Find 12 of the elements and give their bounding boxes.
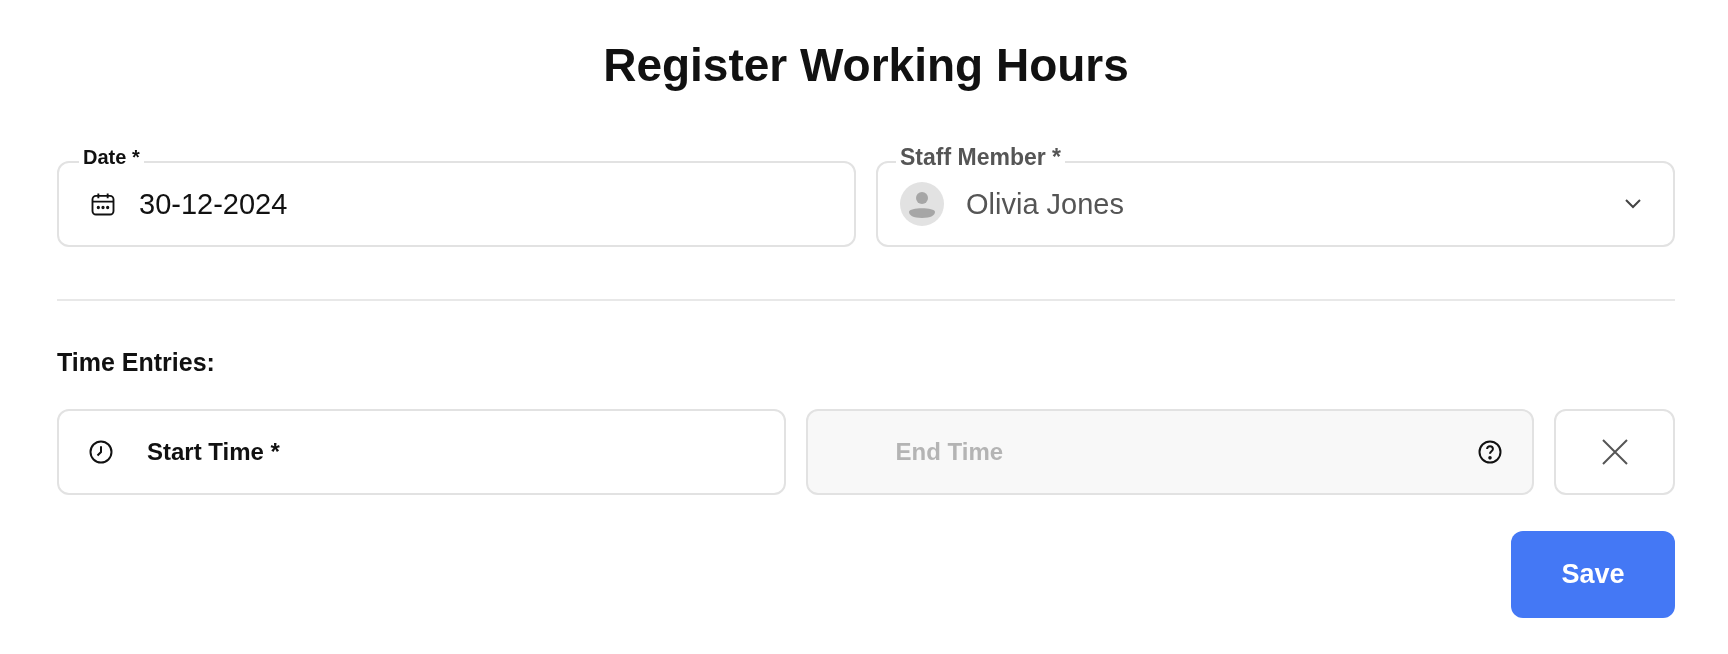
avatar-icon <box>900 182 944 226</box>
clock-icon <box>87 438 115 466</box>
help-icon <box>1476 438 1504 466</box>
chevron-down-icon <box>1623 198 1643 210</box>
page-title: Register Working Hours <box>602 38 1130 93</box>
save-button[interactable]: Save <box>1511 531 1675 618</box>
remove-button[interactable] <box>1554 409 1675 495</box>
close-icon <box>1599 437 1630 467</box>
start-time-field[interactable]: Start Time * <box>57 409 786 495</box>
date-value: 30-12-2024 <box>139 187 288 221</box>
staff-value: Olivia Jones <box>966 187 1124 221</box>
section-heading: Time Entries: <box>57 348 216 378</box>
